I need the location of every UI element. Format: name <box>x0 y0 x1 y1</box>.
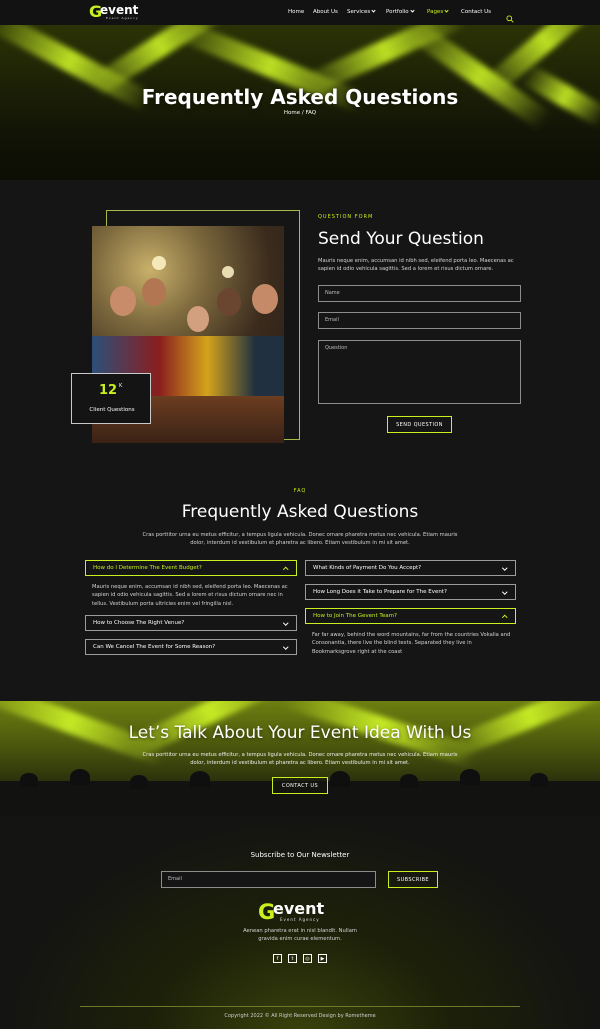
stat-value: 12 <box>99 383 118 398</box>
chevron-up-icon <box>282 567 288 573</box>
form-title: Send Your Question <box>318 229 484 249</box>
nav-about-us[interactable]: About Us <box>313 9 338 15</box>
crowd-head <box>20 773 38 787</box>
chevron-down-icon <box>444 8 449 13</box>
cta-title: Let’s Talk About Your Event Idea With Us <box>128 723 472 743</box>
nav-pages[interactable]: Pages <box>427 8 449 15</box>
faq-question: Can We Cancel The Event for Some Reason? <box>93 644 216 650</box>
faq-title: Frequently Asked Questions <box>181 502 419 522</box>
newsletter-email-field[interactable]: Email <box>161 871 376 888</box>
photo-light <box>222 266 234 278</box>
crowd-head <box>530 773 548 787</box>
chevron-down-icon <box>501 565 507 571</box>
footer-logo[interactable]: G event Event Agency <box>258 899 348 925</box>
footer-divider <box>80 1006 520 1007</box>
faq-item-cancel-event[interactable]: Can We Cancel The Event for Some Reason? <box>85 639 297 655</box>
logo-word: event <box>100 3 139 17</box>
stat-label: Client Questions <box>89 407 135 413</box>
crowd-head <box>460 769 480 785</box>
form-description: Mauris neque enim, accumsan id nibh sed,… <box>318 258 514 273</box>
hero-shade <box>0 105 600 180</box>
form-eyebrow: QUESTION FORM <box>318 214 374 220</box>
logo-tagline: Event Agency <box>280 917 320 922</box>
faq-item-event-budget[interactable]: How do I Determine The Event Budget? <box>85 560 297 576</box>
nav-contact-us[interactable]: Contact Us <box>461 9 491 15</box>
search-icon[interactable] <box>506 8 514 23</box>
twitter-icon[interactable]: t <box>288 954 297 963</box>
chevron-down-icon <box>282 644 288 650</box>
nav-services[interactable]: Services <box>347 8 376 15</box>
crowd-head <box>130 775 148 789</box>
faq-answer: Far far away, behind the word mountains,… <box>312 632 511 655</box>
chevron-down-icon <box>282 620 288 626</box>
instagram-icon[interactable]: ◎ <box>303 954 312 963</box>
faq-question: How to Join The Gevent Team? <box>313 613 397 619</box>
crowd-head <box>70 769 90 785</box>
faq-item-join-team[interactable]: How to Join The Gevent Team? <box>305 608 516 624</box>
site-logo[interactable]: G event Event Agency <box>89 3 159 21</box>
photo-light <box>152 256 166 270</box>
faq-question: How Long Does it Take to Prepare for The… <box>313 589 447 595</box>
copyright-text: Copyright 2022 © All Right Reserved Desi… <box>224 1013 376 1019</box>
crowd-head <box>330 771 350 787</box>
page-hero: Frequently Asked Questions Home / FAQ <box>0 25 600 180</box>
cta-banner: Let’s Talk About Your Event Idea With Us… <box>0 701 600 816</box>
nav-services-label: Services <box>347 9 371 15</box>
faq-intro: Cras porttitor urna eu metus efficitur, … <box>142 532 458 547</box>
page-title: Frequently Asked Questions <box>141 85 459 109</box>
breadcrumb: Home / FAQ <box>0 110 600 116</box>
faq-question: How do I Determine The Event Budget? <box>93 565 202 571</box>
photo-person <box>142 278 166 306</box>
nav-portfolio-label: Portfolio <box>386 9 409 15</box>
footer-about: Aenean pharetra erat in nisl blandit. Nu… <box>243 928 357 943</box>
stat-suffix: K <box>119 383 123 389</box>
name-field[interactable]: Name <box>318 285 521 302</box>
subscribe-button[interactable]: SUBSCRIBE <box>388 871 438 888</box>
faq-answer: Mauris neque enim, accumsan id nibh sed,… <box>92 584 288 607</box>
contact-us-button[interactable]: CONTACT US <box>272 777 328 794</box>
send-question-button[interactable]: SEND QUESTION <box>387 416 452 433</box>
email-field[interactable]: Email <box>318 312 521 329</box>
question-textarea[interactable]: Question <box>318 340 521 404</box>
crowd-head <box>190 771 210 787</box>
chevron-up-icon <box>501 615 507 621</box>
stat-card: 12 K Client Questions <box>71 373 151 424</box>
crowd-head <box>400 774 418 788</box>
nav-pages-label: Pages <box>427 9 444 15</box>
youtube-icon[interactable]: ▶ <box>318 954 327 963</box>
logo-tagline: Event Agency <box>106 16 139 20</box>
faq-eyebrow: FAQ <box>293 488 307 494</box>
faq-item-right-venue[interactable]: How to Choose The Right Venue? <box>85 615 297 631</box>
faq-question: How to Choose The Right Venue? <box>93 620 185 626</box>
chevron-down-icon <box>501 589 507 595</box>
photo-person <box>252 284 278 314</box>
nav-home[interactable]: Home <box>288 9 304 15</box>
photo-person <box>217 288 241 316</box>
breadcrumb-home[interactable]: Home <box>284 110 300 116</box>
logo-word: event <box>273 899 325 918</box>
newsletter-title: Subscribe to Our Newsletter <box>250 851 350 859</box>
faq-item-payment[interactable]: What Kinds of Payment Do You Accept? <box>305 560 516 576</box>
breadcrumb-current: FAQ <box>305 110 317 116</box>
site-footer: Subscribe to Our Newsletter Email SUBSCR… <box>0 816 600 1029</box>
faq-question: What Kinds of Payment Do You Accept? <box>313 565 422 571</box>
faq-item-prepare-time[interactable]: How Long Does it Take to Prepare for The… <box>305 584 516 600</box>
chevron-down-icon <box>410 8 415 13</box>
facebook-icon[interactable]: f <box>273 954 282 963</box>
site-header: G event Event Agency Home About Us Servi… <box>0 0 600 25</box>
photo-person <box>110 286 136 316</box>
cta-text: Cras porttitor urna eu metus efficitur, … <box>142 752 458 767</box>
chevron-down-icon <box>371 8 376 13</box>
nav-portfolio[interactable]: Portfolio <box>386 8 415 15</box>
photo-person <box>187 306 209 332</box>
